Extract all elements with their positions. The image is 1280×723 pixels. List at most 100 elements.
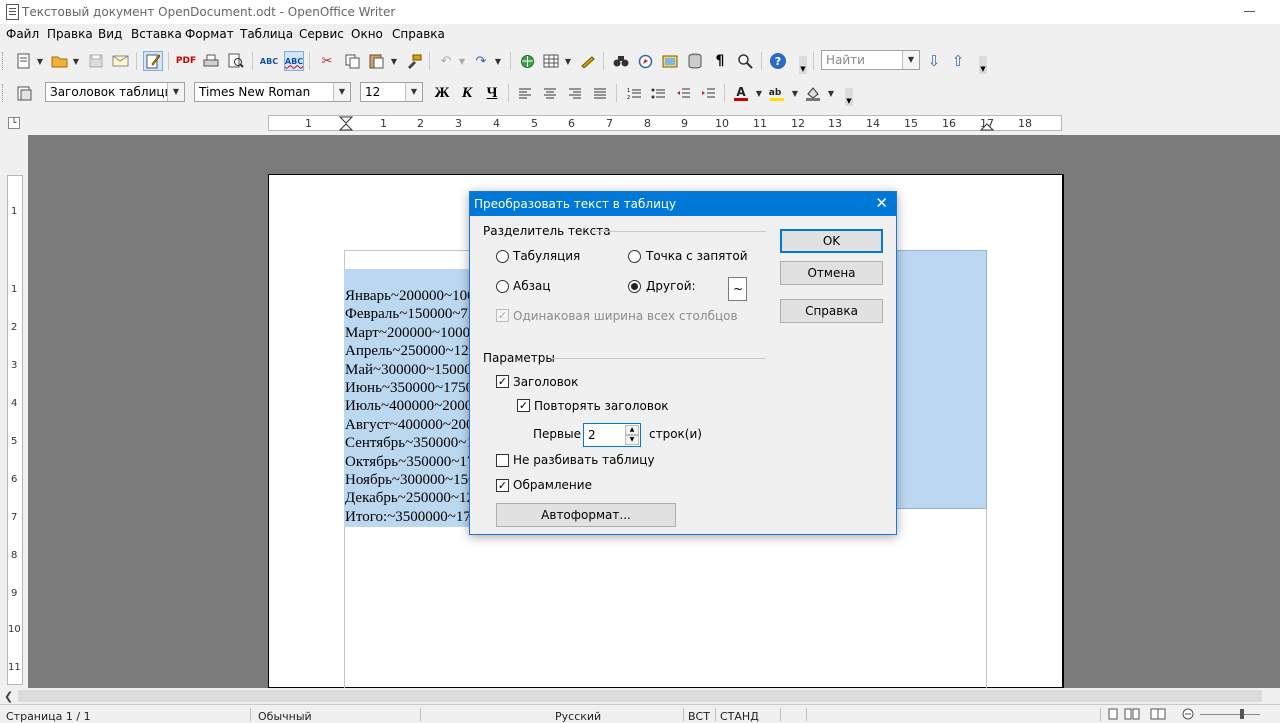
chevron-down-icon[interactable]: ▼: [405, 83, 422, 101]
radio-tab[interactable]: [496, 250, 509, 263]
paste-icon[interactable]: [366, 51, 386, 71]
numbering-icon[interactable]: 12: [624, 83, 644, 103]
copy-icon[interactable]: [342, 51, 362, 71]
heading-rows-value[interactable]: 2: [588, 428, 596, 442]
hyperlink-icon[interactable]: [517, 51, 537, 71]
menu-help[interactable]: Справка: [392, 27, 445, 41]
underline-button[interactable]: Ч: [482, 83, 502, 103]
find-previous-icon[interactable]: ⇧: [948, 51, 968, 71]
selection-mode-indicator[interactable]: СТАНД: [720, 710, 759, 723]
text-line[interactable]: Апрель~250000~125000: [345, 342, 470, 360]
open-dropdown-icon[interactable]: ▼: [71, 51, 81, 71]
edit-mode-icon[interactable]: [143, 51, 163, 71]
menu-window[interactable]: Окно: [351, 27, 383, 41]
left-indent-marker-icon[interactable]: [339, 116, 353, 131]
redo-icon[interactable]: ↷: [471, 51, 491, 71]
text-line[interactable]: Март~200000~100000: [345, 324, 470, 342]
redo-dropdown-icon[interactable]: ▼: [493, 51, 503, 71]
dont-split-checkbox[interactable]: [496, 454, 509, 467]
print-preview-icon[interactable]: [226, 51, 246, 71]
decrease-indent-icon[interactable]: [673, 83, 693, 103]
menu-format[interactable]: Формат: [185, 27, 234, 41]
radio-tab-label[interactable]: Табуляция: [513, 249, 580, 263]
bullets-icon[interactable]: [648, 83, 668, 103]
dont-split-label[interactable]: Не разбивать таблицу: [513, 453, 655, 467]
increase-indent-icon[interactable]: [698, 83, 718, 103]
multi-page-view-icon[interactable]: [1124, 708, 1140, 723]
vertical-ruler[interactable]: 1 1 2 3 4 5 6 7 8 9 10 11: [0, 135, 28, 688]
paste-dropdown-icon[interactable]: ▼: [389, 51, 399, 71]
text-line[interactable]: Сентябрь~350000~175000: [345, 434, 470, 452]
text-line[interactable]: Август~400000~200000: [345, 416, 470, 434]
formatting-marks-icon[interactable]: ¶: [710, 51, 730, 71]
cut-icon[interactable]: ✂: [317, 51, 337, 71]
toolbar-grip[interactable]: [2, 84, 6, 102]
justify-icon[interactable]: [590, 83, 610, 103]
new-dropdown-icon[interactable]: ▼: [35, 51, 45, 71]
find-dropdown-icon[interactable]: ▼: [902, 51, 919, 69]
autoformat-button[interactable]: Автоформат...: [496, 503, 676, 527]
format-toolbar-overflow-icon[interactable]: ▼: [845, 88, 853, 106]
single-page-view-icon[interactable]: [1108, 708, 1118, 723]
page-style-indicator[interactable]: Обычный: [258, 710, 312, 723]
repeat-heading-label[interactable]: Повторять заголовок: [534, 399, 669, 413]
horizontal-scrollbar[interactable]: ❮: [0, 688, 1280, 704]
undo-icon[interactable]: ↶: [436, 51, 456, 71]
close-icon[interactable]: ✕: [875, 194, 888, 212]
italic-button[interactable]: К: [457, 83, 477, 103]
dialog-title-bar[interactable]: Преобразовать текст в таблицу ✕: [470, 192, 896, 216]
menu-file[interactable]: Файл: [6, 27, 39, 41]
gallery-icon[interactable]: [660, 51, 680, 71]
document-text[interactable]: Январь~200000~100000 Февраль~150000~7500…: [345, 287, 470, 526]
save-icon[interactable]: [86, 51, 106, 71]
spin-down-icon[interactable]: ▼: [625, 435, 639, 445]
undo-dropdown-icon[interactable]: ▼: [457, 51, 467, 71]
heading-checkbox[interactable]: ✓: [496, 375, 509, 388]
repeat-heading-checkbox[interactable]: ✓: [517, 399, 530, 412]
cancel-button[interactable]: Отмена: [780, 261, 883, 285]
bold-button[interactable]: Ж: [432, 83, 452, 103]
tab-stop-type-icon[interactable]: └: [8, 117, 20, 129]
email-icon[interactable]: [110, 51, 130, 71]
border-checkbox[interactable]: ✓: [496, 479, 509, 492]
other-separator-input[interactable]: ~: [728, 277, 747, 301]
print-icon[interactable]: [201, 51, 221, 71]
open-icon[interactable]: [49, 51, 69, 71]
heading-rows-spinner[interactable]: 2 ▲ ▼: [583, 423, 641, 447]
ok-button[interactable]: OK: [780, 229, 883, 253]
background-color-dropdown-icon[interactable]: ▼: [826, 83, 836, 103]
heading-label[interactable]: Заголовок: [513, 375, 578, 389]
font-color-icon[interactable]: A: [731, 83, 751, 103]
styles-formatting-icon[interactable]: [14, 83, 34, 103]
font-color-dropdown-icon[interactable]: ▼: [754, 83, 764, 103]
export-pdf-icon[interactable]: PDF: [176, 51, 196, 71]
align-left-icon[interactable]: [515, 83, 535, 103]
equal-width-checkbox[interactable]: ✓: [496, 309, 509, 322]
align-right-icon[interactable]: [565, 83, 585, 103]
menu-edit[interactable]: Правка: [47, 27, 93, 41]
background-color-icon[interactable]: [803, 83, 823, 103]
find-input[interactable]: Найти ▼: [821, 50, 920, 70]
new-document-icon[interactable]: [14, 51, 34, 71]
text-line[interactable]: Июль~400000~200000: [345, 397, 470, 415]
text-line[interactable]: Июнь~350000~175000: [345, 379, 470, 397]
text-line[interactable]: Октябрь~350000~175000: [345, 453, 470, 471]
menu-tools[interactable]: Сервис: [299, 27, 344, 41]
zoom-slider-handle[interactable]: [1240, 709, 1244, 719]
font-size-select[interactable]: 12 ▼: [360, 82, 423, 102]
text-line[interactable]: Итого:~3500000~1750000: [345, 508, 470, 526]
draw-functions-icon[interactable]: [578, 51, 598, 71]
font-name-select[interactable]: Times New Roman ▼: [194, 82, 351, 102]
border-label[interactable]: Обрамление: [513, 478, 592, 492]
zoom-slider[interactable]: [1200, 714, 1260, 715]
menu-table[interactable]: Таблица: [240, 27, 293, 41]
table-icon[interactable]: [541, 51, 561, 71]
toolbar-grip[interactable]: [2, 52, 6, 70]
data-sources-icon[interactable]: [685, 51, 705, 71]
radio-semicolon-label[interactable]: Точка с запятой: [646, 249, 748, 263]
horizontal-ruler[interactable]: └ 1 1 2 3 4 5 6 7 8 9 10 11 12 13 14 15 …: [0, 111, 1280, 135]
zoom-icon[interactable]: [735, 51, 755, 71]
insert-mode-indicator[interactable]: ВСТ: [688, 710, 710, 723]
spin-up-icon[interactable]: ▲: [625, 425, 639, 435]
clone-format-icon[interactable]: [404, 51, 424, 71]
